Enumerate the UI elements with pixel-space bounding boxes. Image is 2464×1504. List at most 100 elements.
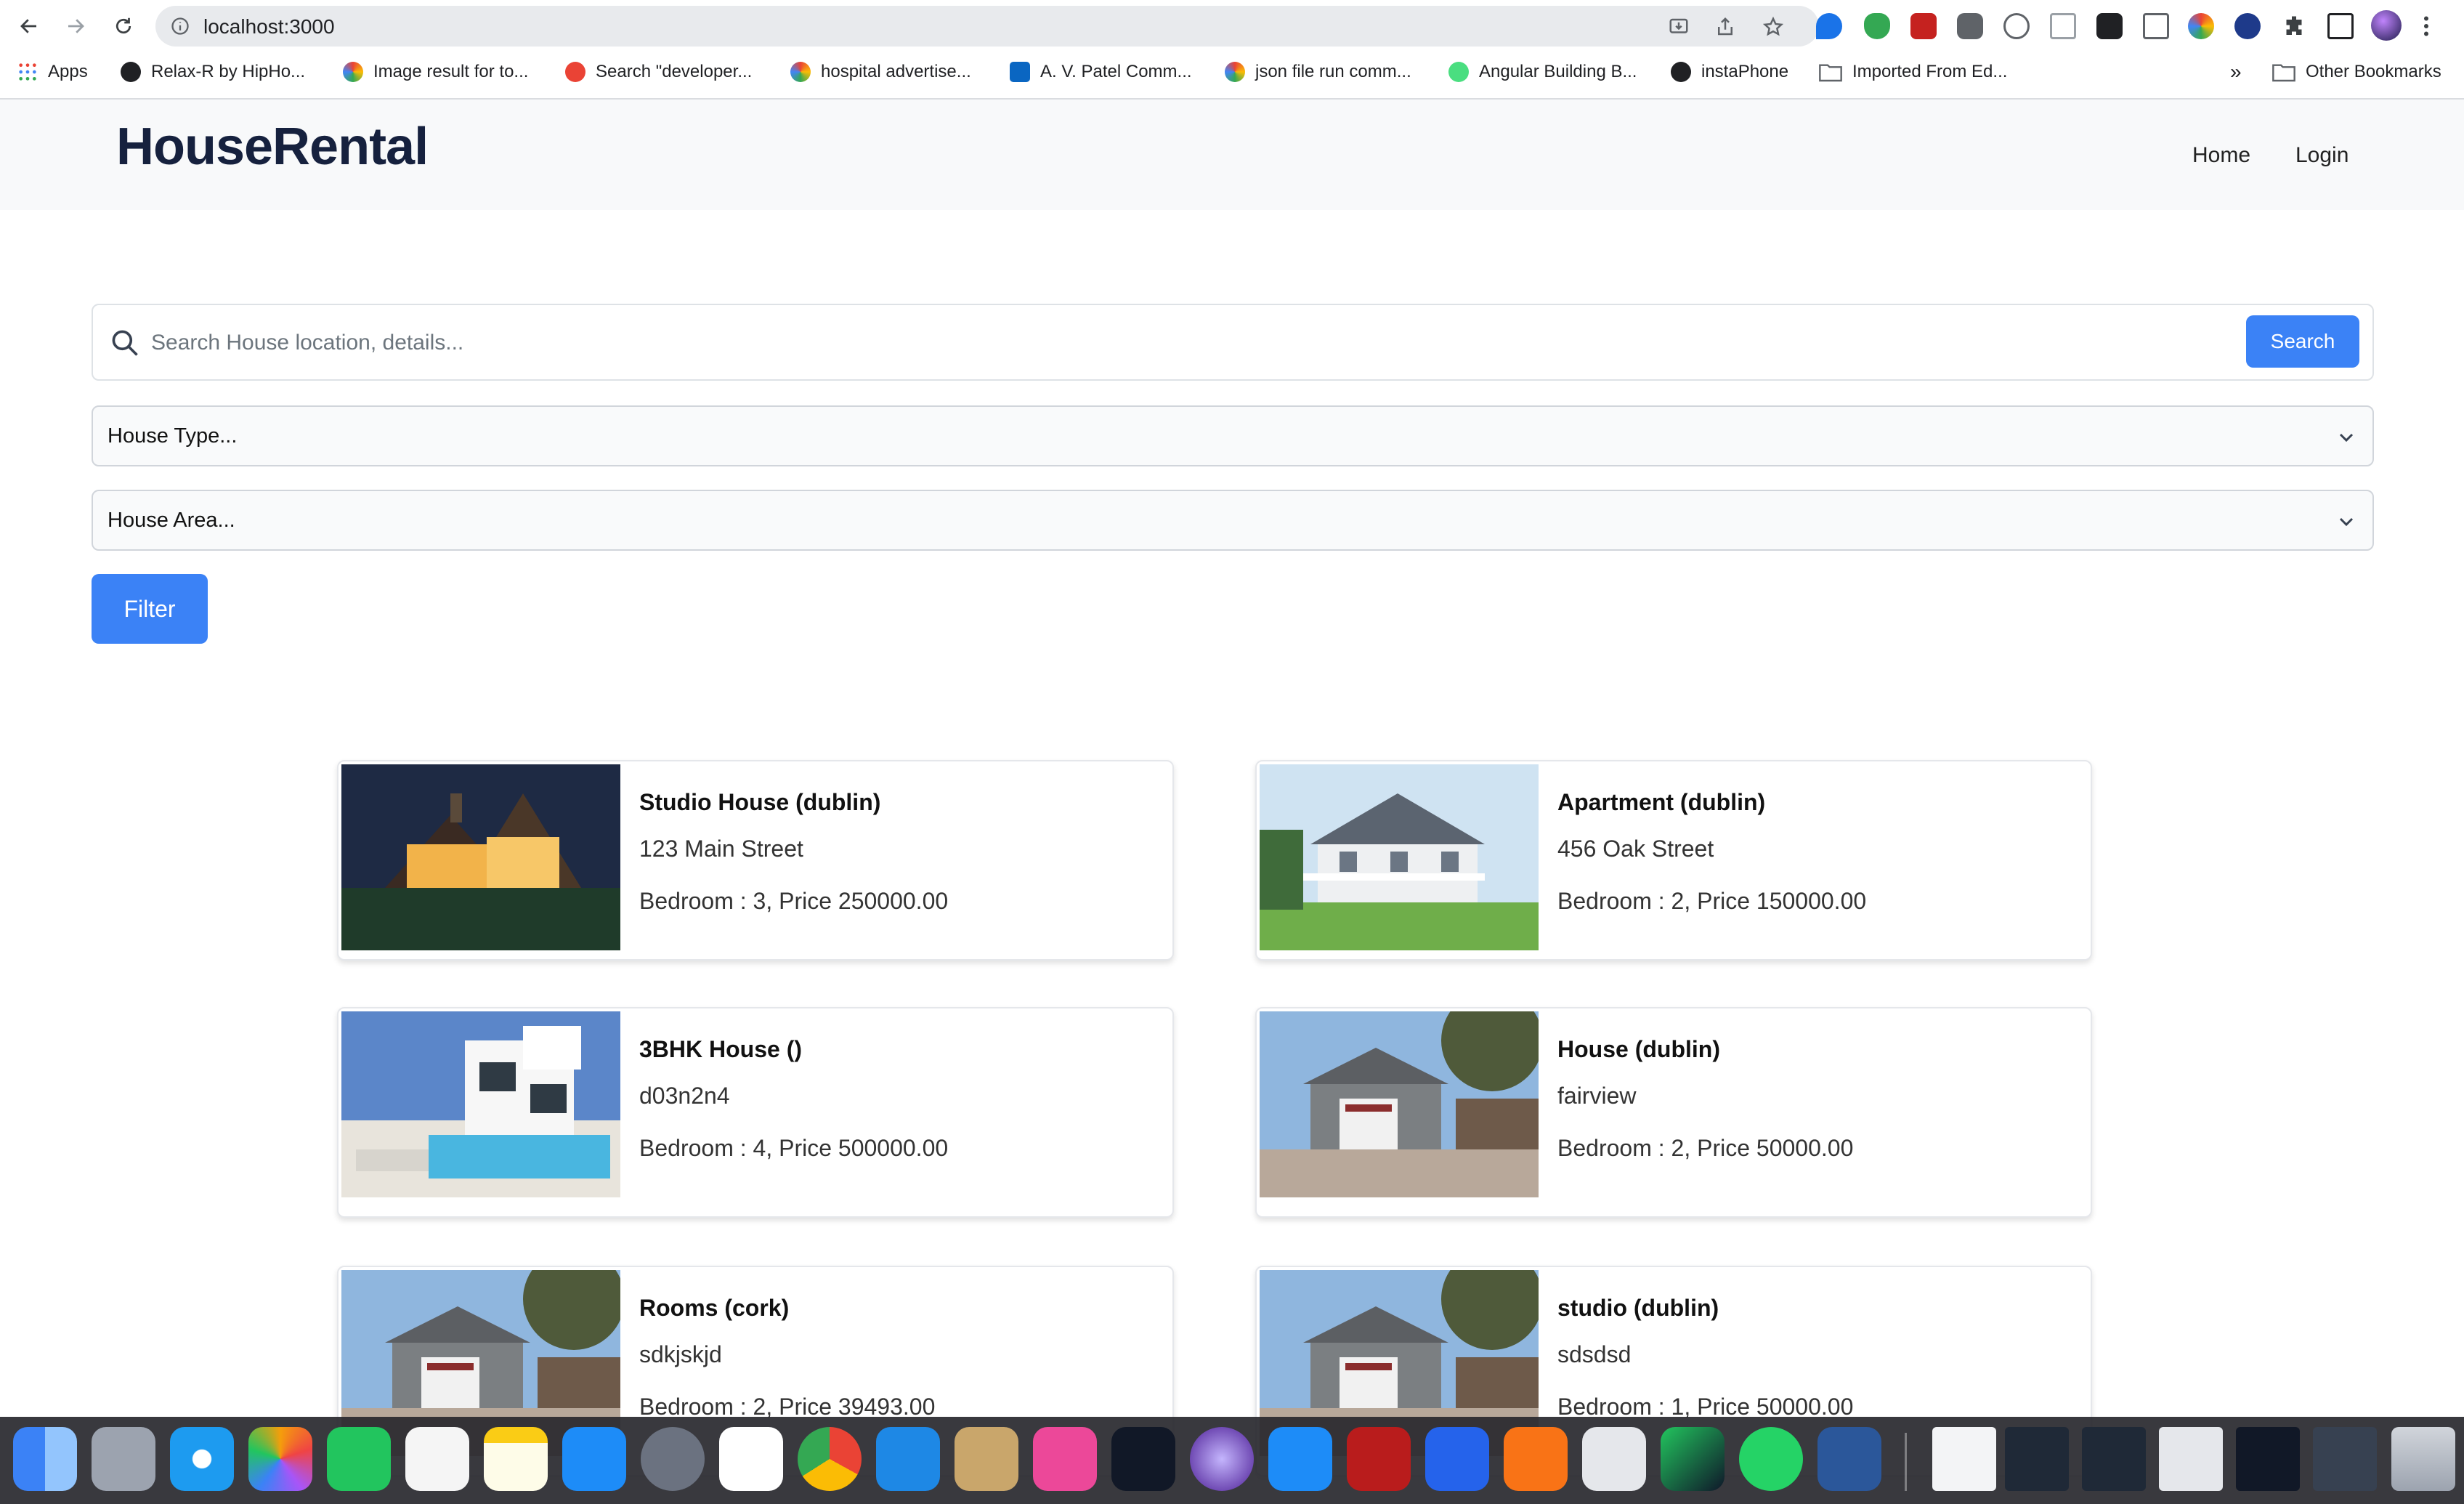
bookmark-apps[interactable]: Apps — [17, 58, 88, 86]
house-photo — [341, 764, 620, 950]
chevron-down-icon — [2339, 433, 2354, 442]
finder-icon[interactable] — [13, 1427, 77, 1491]
document-icon[interactable] — [1932, 1427, 1996, 1491]
vscode-icon[interactable] — [876, 1427, 940, 1491]
listing-address: sdkjskjd — [639, 1341, 722, 1367]
bookmark-other-folder[interactable]: Other Bookmarks — [2272, 58, 2441, 86]
side-panel-icon[interactable] — [2327, 13, 2354, 39]
extension-check-icon[interactable] — [2234, 13, 2261, 39]
extensions-puzzle-icon[interactable] — [2281, 13, 2307, 39]
extension-shield-icon[interactable] — [1864, 13, 1890, 39]
window-thumbnail-icon[interactable] — [2313, 1427, 2377, 1491]
bookmark-linkedin[interactable]: A. V. Patel Comm... — [1010, 58, 1192, 86]
archive-utility-icon[interactable] — [955, 1427, 1018, 1491]
listing-details: Bedroom : 2, Price 150000.00 — [1557, 888, 1867, 914]
bookmark-imported-folder[interactable]: Imported From Ed... — [1819, 58, 2007, 86]
zoom-icon[interactable] — [1425, 1427, 1489, 1491]
browser-toolbar: localhost:3000 — [0, 0, 2464, 52]
listing-card[interactable]: Apartment (dublin) 456 Oak Street Bedroo… — [1255, 760, 2092, 961]
listing-address: d03n2n4 — [639, 1083, 730, 1109]
system-settings-icon[interactable] — [641, 1427, 705, 1491]
compass-app-icon[interactable] — [1190, 1427, 1254, 1491]
install-icon[interactable] — [1668, 16, 1690, 38]
house-photo — [341, 1011, 620, 1197]
relax-favicon-icon — [121, 62, 141, 82]
linkedin-favicon-icon — [1010, 62, 1030, 82]
bookmark-instaphone[interactable]: instaPhone — [1671, 58, 1788, 86]
photos-icon[interactable] — [248, 1427, 312, 1491]
search-input[interactable] — [151, 321, 2258, 365]
xcode-store-icon[interactable] — [1268, 1427, 1332, 1491]
listing-details: Bedroom : 4, Price 500000.00 — [639, 1135, 949, 1161]
folder-icon — [2272, 64, 2295, 82]
bookmark-angular[interactable]: Angular Building B... — [1448, 58, 1637, 86]
listing-title: Studio House (dublin) — [639, 789, 881, 815]
google-favicon-icon — [1225, 62, 1245, 82]
extension-red-icon[interactable] — [1910, 13, 1937, 39]
chrome-icon[interactable] — [798, 1427, 862, 1491]
browser-menu-icon[interactable] — [2422, 13, 2431, 39]
window-thumbnail-icon[interactable] — [2159, 1427, 2223, 1491]
dock-separator — [1905, 1433, 1907, 1491]
whatsapp-icon[interactable] — [1739, 1427, 1803, 1491]
address-bar[interactable]: localhost:3000 — [155, 6, 1819, 47]
listing-address: 123 Main Street — [639, 836, 803, 862]
extension-page-icon[interactable] — [2050, 13, 2076, 39]
bookmarks-overflow[interactable]: » — [2230, 58, 2242, 86]
extension-circle-icon[interactable] — [2003, 13, 2030, 39]
bookmark-relax[interactable]: Relax-R by HipHo... — [121, 58, 305, 86]
forward-icon[interactable] — [60, 10, 92, 42]
bookmark-image-result[interactable]: Image result for to... — [343, 58, 528, 86]
datagrip-icon[interactable] — [1661, 1427, 1725, 1491]
site-info-icon[interactable] — [170, 16, 190, 36]
nav-login-link[interactable]: Login — [2295, 143, 2348, 168]
listing-details: Bedroom : 2, Price 50000.00 — [1557, 1135, 1854, 1161]
extension-robot-icon[interactable] — [1957, 13, 1983, 39]
filezilla-icon[interactable] — [1347, 1427, 1411, 1491]
macos-dock — [0, 1417, 2464, 1504]
listing-card[interactable]: Studio House (dublin) 123 Main Street Be… — [337, 760, 1174, 961]
site-logo[interactable]: HouseRental — [116, 117, 429, 177]
search-favicon-icon — [565, 62, 585, 82]
terminal-icon[interactable] — [1111, 1427, 1175, 1491]
listing-title: studio (dublin) — [1557, 1295, 1719, 1321]
filter-button[interactable]: Filter — [92, 574, 208, 644]
launchpad-icon[interactable] — [92, 1427, 155, 1491]
listing-title: 3BHK House () — [639, 1036, 803, 1062]
nav-home-link[interactable]: Home — [2192, 143, 2250, 168]
bookmark-hospital[interactable]: hospital advertise... — [790, 58, 971, 86]
instruments-icon[interactable] — [1582, 1427, 1646, 1491]
extension-dark-icon[interactable] — [2096, 13, 2123, 39]
back-icon[interactable] — [13, 10, 45, 42]
pencil-app-icon[interactable] — [1504, 1427, 1568, 1491]
extension-v-icon[interactable] — [1816, 13, 1842, 39]
reminders-icon[interactable] — [405, 1427, 469, 1491]
share-icon[interactable] — [1714, 16, 1736, 38]
bookmark-star-icon[interactable] — [1762, 16, 1784, 38]
house-area-select[interactable]: House Area... — [92, 490, 2374, 551]
listing-title: Rooms (cork) — [639, 1295, 790, 1321]
bookmark-json-file[interactable]: json file run comm... — [1225, 58, 1411, 86]
site-header: HouseRental Home Login — [0, 100, 2464, 210]
app-store-icon[interactable] — [562, 1427, 626, 1491]
extension-color-icon[interactable] — [2188, 13, 2214, 39]
house-type-select[interactable]: House Type... — [92, 405, 2374, 466]
listing-card[interactable]: House (dublin) fairview Bedroom : 2, Pri… — [1255, 1007, 2092, 1218]
notion-icon[interactable] — [719, 1427, 783, 1491]
bookmark-search-developer[interactable]: Search "developer... — [565, 58, 752, 86]
cleanmymac-icon[interactable] — [1033, 1427, 1097, 1491]
window-thumbnail-icon[interactable] — [2005, 1427, 2069, 1491]
window-thumbnail-icon[interactable] — [2082, 1427, 2146, 1491]
listing-address: 456 Oak Street — [1557, 836, 1714, 862]
word-icon[interactable] — [1817, 1427, 1881, 1491]
window-thumbnail-icon[interactable] — [2236, 1427, 2300, 1491]
profile-avatar[interactable] — [2371, 10, 2402, 41]
trash-icon[interactable] — [2391, 1427, 2455, 1491]
facetime-icon[interactable] — [327, 1427, 391, 1491]
safari-icon[interactable] — [170, 1427, 234, 1491]
notes-icon[interactable] — [484, 1427, 548, 1491]
search-button[interactable]: Search — [2246, 315, 2359, 368]
listing-card[interactable]: 3BHK House () d03n2n4 Bedroom : 4, Price… — [337, 1007, 1174, 1218]
extension-clipboard-icon[interactable] — [2143, 13, 2169, 39]
reload-icon[interactable] — [108, 10, 139, 42]
